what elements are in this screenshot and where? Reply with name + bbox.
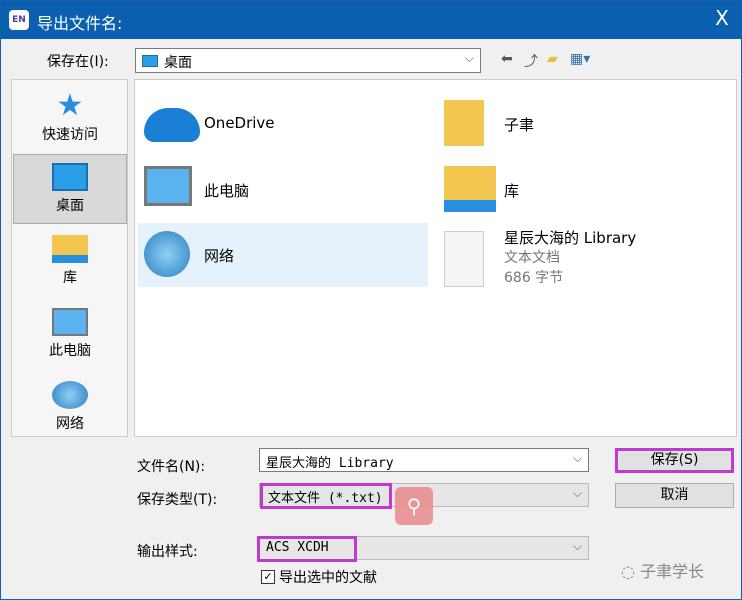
item-name: 网络 (204, 247, 235, 265)
lookin-value: 桌面 (164, 55, 192, 71)
back-icon[interactable]: ⬅ (501, 51, 513, 67)
app-icon: EN (9, 10, 29, 30)
checkbox-checked-icon: ✓ (261, 570, 275, 584)
type-label: 保存类型(T): (137, 492, 218, 508)
chevron-down-icon: ⌵ (572, 451, 582, 465)
library-icon (444, 166, 496, 212)
up-folder-icon[interactable]: ⤴ (524, 51, 538, 71)
nav-libraries[interactable]: 库 (13, 227, 127, 297)
lookin-label: 保存在(I): (47, 54, 109, 70)
star-icon: ★ (56, 88, 84, 123)
list-item[interactable]: 此电脑 (138, 158, 428, 222)
search-icon: ⚲ (395, 487, 433, 525)
style-value: ACS XCDH (257, 536, 357, 562)
desktop-icon (52, 163, 88, 191)
title-bar: EN 导出文件名: X (1, 1, 742, 39)
item-type: 文本文档 (504, 250, 560, 266)
checkbox-label: 导出选中的文献 (279, 570, 377, 586)
list-item[interactable]: 星辰大海的 Library 文本文档 686 字节 (438, 223, 728, 293)
list-item[interactable]: 库 (438, 158, 728, 222)
close-button[interactable]: X (709, 6, 735, 30)
nav-label: 库 (63, 270, 77, 286)
export-selected-checkbox[interactable]: ✓ 导出选中的文献 (261, 567, 377, 587)
onedrive-icon (144, 108, 200, 142)
watermark: ◌ 子聿学长 (621, 558, 704, 582)
wechat-icon: ◌ (621, 562, 641, 581)
item-name: 库 (504, 182, 520, 200)
places-bar: ★ 快速访问 桌面 库 此电脑 网络 (11, 79, 128, 437)
computer-icon (144, 166, 192, 206)
chevron-down-icon: ⌵ (464, 51, 474, 65)
item-name: 子聿 (504, 116, 535, 134)
network-icon (52, 381, 88, 409)
list-item[interactable]: 子聿 (438, 92, 728, 156)
style-label: 输出样式: (137, 544, 198, 560)
new-folder-icon[interactable]: ▰ (547, 51, 558, 67)
chevron-down-icon: ⌵ (572, 486, 582, 500)
item-name: OneDrive (204, 114, 275, 132)
type-value: 文本文件 (*.txt) (260, 483, 392, 509)
network-icon (144, 231, 190, 277)
nav-label: 网络 (56, 416, 84, 432)
desktop-icon (142, 55, 158, 67)
nav-label: 快速访问 (42, 127, 98, 143)
item-name: 星辰大海的 Library (504, 229, 637, 247)
nav-network[interactable]: 网络 (13, 373, 127, 443)
nav-quick-access[interactable]: ★ 快速访问 (13, 84, 127, 154)
lookin-dropdown[interactable]: 桌面 ⌵ (135, 48, 481, 73)
nav-label: 桌面 (56, 198, 84, 214)
text-document-icon (444, 231, 484, 287)
window-title: 导出文件名: (37, 14, 123, 33)
list-item[interactable]: 网络 (138, 223, 428, 287)
item-size: 686 字节 (504, 270, 564, 286)
nav-this-pc[interactable]: 此电脑 (13, 300, 127, 370)
item-name: 此电脑 (204, 182, 250, 200)
file-list: OneDrive 子聿 此电脑 库 网络 星辰大海的 Library 文本文档 68… (134, 79, 737, 437)
chevron-down-icon: ⌵ (572, 539, 582, 553)
watermark-text: 子聿学长 (640, 562, 705, 581)
cancel-button[interactable]: 取消 (615, 483, 734, 508)
nav-label: 此电脑 (49, 343, 91, 359)
list-item[interactable]: OneDrive (138, 92, 428, 156)
nav-desktop[interactable]: 桌面 (13, 154, 127, 224)
view-menu-icon[interactable]: ▦▾ (570, 51, 590, 67)
library-icon (52, 235, 88, 263)
computer-icon (52, 308, 88, 336)
filename-value: 星辰大海的 Library (266, 456, 394, 471)
filename-label: 文件名(N): (137, 459, 206, 475)
style-dropdown[interactable]: ACS XCDH ⌵ (257, 536, 589, 562)
user-folder-icon (444, 100, 484, 146)
filename-input[interactable]: 星辰大海的 Library ⌵ (259, 448, 589, 472)
save-button[interactable]: 保存(S) (615, 448, 734, 473)
